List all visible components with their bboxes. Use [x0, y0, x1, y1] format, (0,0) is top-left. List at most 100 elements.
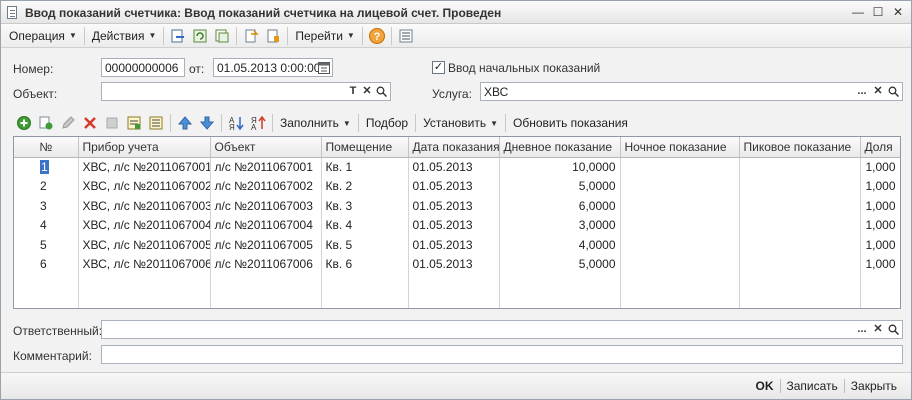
cell-peak-reading[interactable] — [739, 215, 861, 235]
cell-room[interactable]: Кв. 5 — [321, 235, 409, 255]
cell-room[interactable]: Кв. 1 — [321, 157, 409, 177]
cell-device[interactable]: ХВС, л/с №2011067006 — [78, 254, 211, 274]
cell-room[interactable]: Кв. 2 — [321, 176, 409, 196]
cell-number[interactable]: 4 — [14, 215, 79, 235]
column-header-share[interactable]: Доля — [860, 137, 900, 158]
cell-peak-reading[interactable] — [739, 196, 861, 216]
column-header-object[interactable]: Объект — [210, 137, 322, 158]
cell-number[interactable]: 1 — [14, 157, 79, 177]
print-document-icon[interactable] — [263, 26, 283, 46]
cell-peak-reading[interactable] — [739, 157, 861, 177]
set-menu[interactable]: Установить ▼ — [419, 113, 502, 133]
cell-object[interactable]: л/с №2011067006 — [210, 254, 322, 274]
cell-day-reading[interactable]: 5,0000 — [499, 254, 621, 274]
object-search-icon[interactable] — [374, 83, 388, 100]
cell-number[interactable]: 6 — [14, 254, 79, 274]
cell-number[interactable]: 2 — [14, 176, 79, 196]
cell-number[interactable]: 3 — [14, 196, 79, 216]
actions-menu[interactable]: Действия ▼ — [88, 26, 161, 46]
maximize-button[interactable]: ☐ — [869, 4, 887, 20]
cell-share[interactable]: 1,000 — [860, 196, 900, 216]
cell-peak-reading[interactable] — [739, 235, 861, 255]
column-header-day-reading[interactable]: Дневное показание — [499, 137, 621, 158]
cell-room[interactable]: Кв. 6 — [321, 254, 409, 274]
table-structure-icon[interactable] — [146, 113, 166, 133]
column-header-night-reading[interactable]: Ночное показание — [620, 137, 740, 158]
cell-date[interactable]: 01.05.2013 — [408, 196, 500, 216]
edit-row-icon[interactable] — [58, 113, 78, 133]
cell-day-reading[interactable]: 4,0000 — [499, 235, 621, 255]
cell-object[interactable]: л/с №2011067001 — [210, 157, 322, 177]
add-tree-icon[interactable] — [124, 113, 144, 133]
sort-ascending-icon[interactable]: AЯ — [226, 113, 246, 133]
cell-object[interactable]: л/с №2011067005 — [210, 235, 322, 255]
refresh-icon[interactable] — [190, 26, 210, 46]
calendar-icon[interactable] — [317, 59, 331, 76]
cell-share[interactable]: 1,000 — [860, 254, 900, 274]
initial-readings-checkbox[interactable]: ✓ — [432, 61, 445, 74]
cell-share[interactable]: 1,000 — [860, 176, 900, 196]
comment-field[interactable] — [101, 345, 903, 364]
cell-share[interactable]: 1,000 — [860, 215, 900, 235]
copy-document-icon[interactable] — [212, 26, 232, 46]
column-header-device[interactable]: Прибор учета — [78, 137, 211, 158]
cell-night-reading[interactable] — [620, 254, 740, 274]
end-edit-icon[interactable] — [102, 113, 122, 133]
cell-day-reading[interactable]: 5,0000 — [499, 176, 621, 196]
cell-device[interactable]: ХВС, л/с №2011067002 — [78, 176, 211, 196]
readings-table[interactable]: № Прибор учета Объект Помещение Дата пок… — [13, 136, 901, 309]
cell-object[interactable]: л/с №2011067002 — [210, 176, 322, 196]
cell-date[interactable]: 01.05.2013 — [408, 176, 500, 196]
column-header-room[interactable]: Помещение — [321, 137, 409, 158]
service-field[interactable]: ХВС — [480, 82, 903, 101]
column-header-date[interactable]: Дата показания — [408, 137, 500, 158]
move-up-icon[interactable] — [175, 113, 195, 133]
cell-date[interactable]: 01.05.2013 — [408, 215, 500, 235]
cell-day-reading[interactable]: 6,0000 — [499, 196, 621, 216]
cell-night-reading[interactable] — [620, 157, 740, 177]
table-row[interactable]: 1 ХВС, л/с №2011067001 л/с №2011067001 К… — [14, 157, 900, 177]
cell-object[interactable]: л/с №2011067004 — [210, 215, 322, 235]
add-row-icon[interactable] — [14, 113, 34, 133]
cell-object[interactable]: л/с №2011067003 — [210, 196, 322, 216]
object-text-button[interactable]: T — [346, 83, 360, 100]
post-document-icon[interactable] — [168, 26, 188, 46]
responsible-search-icon[interactable] — [886, 321, 900, 338]
cell-device[interactable]: ХВС, л/с №2011067004 — [78, 215, 211, 235]
move-down-icon[interactable] — [197, 113, 217, 133]
cell-room[interactable]: Кв. 3 — [321, 196, 409, 216]
cell-share[interactable]: 1,000 — [860, 157, 900, 177]
number-field[interactable]: 00000000006 — [101, 58, 185, 77]
save-button[interactable]: Записать — [781, 379, 844, 393]
cell-peak-reading[interactable] — [739, 254, 861, 274]
cell-night-reading[interactable] — [620, 176, 740, 196]
help-icon[interactable]: ? — [367, 26, 387, 46]
ok-button[interactable]: OK — [750, 379, 780, 393]
close-button[interactable]: Закрыть — [845, 379, 903, 393]
service-clear-button[interactable]: ✕ — [871, 83, 885, 100]
service-select-button[interactable]: ... — [855, 83, 869, 100]
table-row[interactable]: 3 ХВС, л/с №2011067003 л/с №2011067003 К… — [14, 196, 900, 216]
cell-room[interactable]: Кв. 4 — [321, 215, 409, 235]
cell-peak-reading[interactable] — [739, 176, 861, 196]
table-row[interactable]: 4 ХВС, л/с №2011067004 л/с №2011067004 К… — [14, 215, 900, 235]
cell-date[interactable]: 01.05.2013 — [408, 157, 500, 177]
cell-night-reading[interactable] — [620, 196, 740, 216]
cell-number[interactable]: 5 — [14, 235, 79, 255]
cell-night-reading[interactable] — [620, 235, 740, 255]
structure-icon[interactable] — [241, 26, 261, 46]
update-readings-button[interactable]: Обновить показания — [509, 113, 632, 133]
copy-row-icon[interactable] — [36, 113, 56, 133]
cell-day-reading[interactable]: 10,0000 — [499, 157, 621, 177]
table-row[interactable]: 2 ХВС, л/с №2011067002 л/с №2011067002 К… — [14, 176, 900, 196]
operation-menu[interactable]: Операция ▼ — [5, 26, 81, 46]
minimize-button[interactable]: — — [849, 4, 867, 20]
goto-menu[interactable]: Перейти ▼ — [291, 26, 358, 46]
table-row[interactable]: 6 ХВС, л/с №2011067006 л/с №2011067006 К… — [14, 254, 900, 274]
responsible-select-button[interactable]: ... — [855, 321, 869, 338]
delete-row-icon[interactable] — [80, 113, 100, 133]
pick-button[interactable]: Подбор — [362, 113, 412, 133]
service-search-icon[interactable] — [886, 83, 900, 100]
responsible-clear-button[interactable]: ✕ — [871, 321, 885, 338]
cell-date[interactable]: 01.05.2013 — [408, 254, 500, 274]
